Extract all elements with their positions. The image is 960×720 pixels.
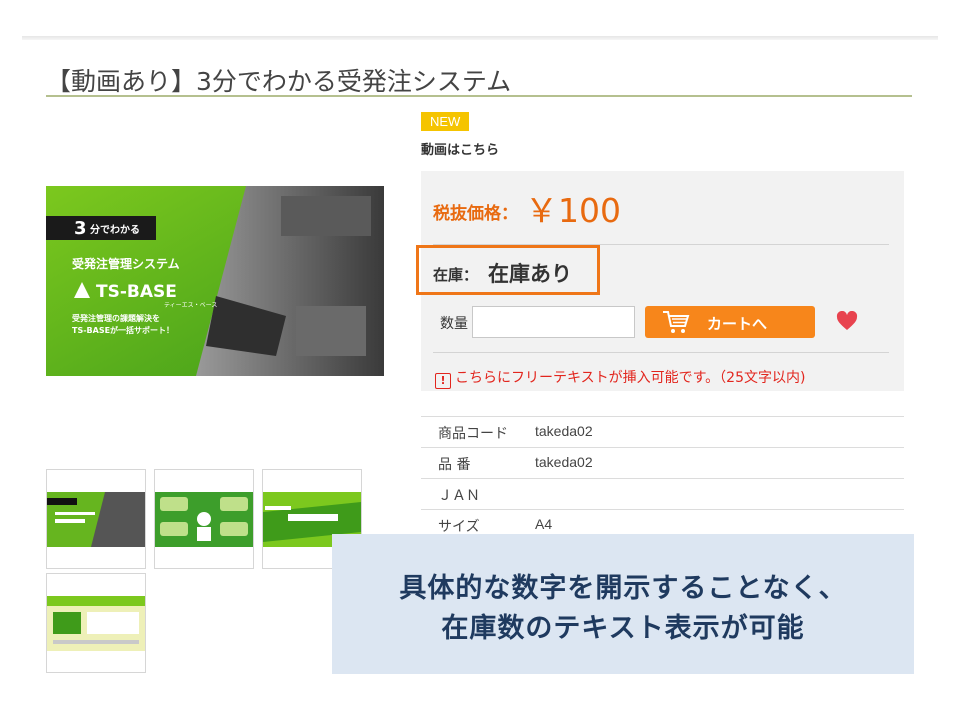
thumbnail-4[interactable] [46,573,146,673]
main-image-headline: 受発注管理システム [72,256,180,271]
panel-divider-2 [433,352,889,353]
quantity-label: 数量 [440,316,468,332]
new-badge: NEW [421,112,470,131]
video-link[interactable]: 動画はこちら [421,139,499,158]
spec-value-size: A4 [535,516,553,532]
callout-line-2: 在庫数のテキスト表示が可能 [441,613,805,644]
main-image-badge-text: 分でわかる [90,223,140,236]
price-label: 税抜価格： [433,204,518,224]
spec-divider [421,509,904,510]
main-image-line2: TS-BASEが一括サポート！ [72,325,174,335]
main-image-line1: 受発注管理の課題解決を [72,313,160,323]
notice-text: こちらにフリーテキストが挿入可能です。（25文字以内) [455,370,806,386]
callout-line-1: 具体的な数字を開示することなく、 [399,573,847,604]
thumbnail-2[interactable] [154,469,254,569]
spec-divider [421,478,904,479]
spec-value-item-number: takeda02 [535,454,593,470]
price-value: ￥100 [525,191,621,230]
quantity-input[interactable] [472,306,635,338]
spec-key-size: サイズ [438,519,480,535]
free-text-notice: ! こちらにフリーテキストが挿入可能です。（25文字以内) [435,367,805,389]
main-image-badge-num: 3 [74,218,87,239]
spec-divider [421,447,904,448]
spec-value-product-code: takeda02 [535,423,593,439]
callout-box: 具体的な数字を開示することなく、 在庫数のテキスト表示が可能 [332,534,914,674]
favorite-heart-icon[interactable] [836,311,858,331]
stock-label: 在庫： [433,266,479,284]
add-to-cart-button[interactable]: カートへ [645,306,815,338]
stock-value: 在庫あり [488,262,572,286]
spec-key-product-code: 商品コード [438,426,508,442]
cart-button-label: カートへ [707,315,768,333]
cart-icon [663,311,690,333]
thumbnail-1[interactable] [46,469,146,569]
top-rule [22,36,938,40]
title-divider [46,95,912,97]
spec-key-item-number: 品 番 [438,457,471,473]
warning-icon: ! [435,373,451,389]
main-image-logo: TS-BASE [96,282,177,302]
main-image-logo-sub: ティーエス・ベース [164,302,217,309]
main-product-image[interactable]: 3 分でわかる 受発注管理システム TS-BASE ティーエス・ベース 受発注管… [46,186,384,376]
page-title: 【動画あり】3分でわかる受発注システム [46,67,512,96]
spec-divider [421,416,904,417]
spec-key-jan: ＪＡＮ [438,488,480,504]
